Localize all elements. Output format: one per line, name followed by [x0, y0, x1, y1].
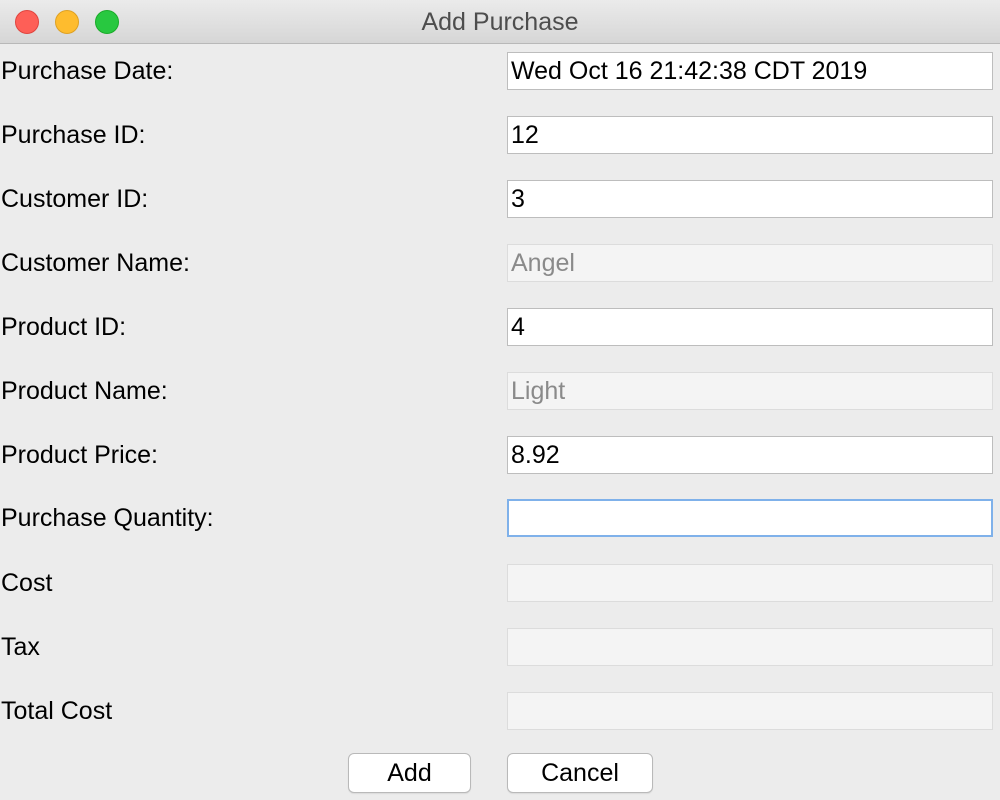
purchase-id-label: Purchase ID:: [1, 121, 146, 149]
product-price-field[interactable]: [507, 436, 993, 474]
tax-label: Tax: [1, 633, 40, 661]
row-product-name: Product Name:: [0, 372, 1000, 410]
row-purchase-id: Purchase ID:: [0, 116, 1000, 154]
total-cost-field: [507, 692, 993, 730]
product-price-label: Product Price:: [1, 441, 159, 469]
cost-field: [507, 564, 993, 602]
total-cost-label: Total Cost: [1, 697, 113, 725]
row-customer-name: Customer Name:: [0, 244, 1000, 282]
purchase-quantity-label: Purchase Quantity:: [1, 504, 214, 532]
purchase-date-label: Purchase Date:: [1, 57, 174, 85]
window-title: Add Purchase: [421, 8, 579, 36]
customer-id-label: Customer ID:: [1, 185, 149, 213]
row-purchase-date: Purchase Date:: [0, 52, 1000, 90]
row-total-cost: Total Cost: [0, 692, 1000, 730]
row-customer-id: Customer ID:: [0, 180, 1000, 218]
customer-id-field[interactable]: [507, 180, 993, 218]
product-name-label: Product Name:: [1, 377, 168, 405]
tax-field: [507, 628, 993, 666]
title-bar[interactable]: Add Purchase: [0, 0, 1000, 44]
product-id-label: Product ID:: [1, 313, 127, 341]
row-tax: Tax: [0, 628, 1000, 666]
row-product-id: Product ID:: [0, 308, 1000, 346]
purchase-quantity-field[interactable]: [507, 499, 993, 537]
customer-name-field: [507, 244, 993, 282]
add-purchase-window: Add Purchase Purchase Date: Purchase ID:…: [0, 0, 1000, 800]
add-button[interactable]: Add: [348, 753, 471, 793]
customer-name-label: Customer Name:: [1, 249, 190, 277]
product-id-field[interactable]: [507, 308, 993, 346]
cancel-button[interactable]: Cancel: [507, 753, 653, 793]
row-product-price: Product Price:: [0, 436, 1000, 474]
cost-label: Cost: [1, 569, 53, 597]
row-purchase-quantity: Purchase Quantity:: [0, 499, 1000, 537]
row-cost: Cost: [0, 564, 1000, 602]
purchase-id-field[interactable]: [507, 116, 993, 154]
purchase-date-field[interactable]: [507, 52, 993, 90]
product-name-field: [507, 372, 993, 410]
